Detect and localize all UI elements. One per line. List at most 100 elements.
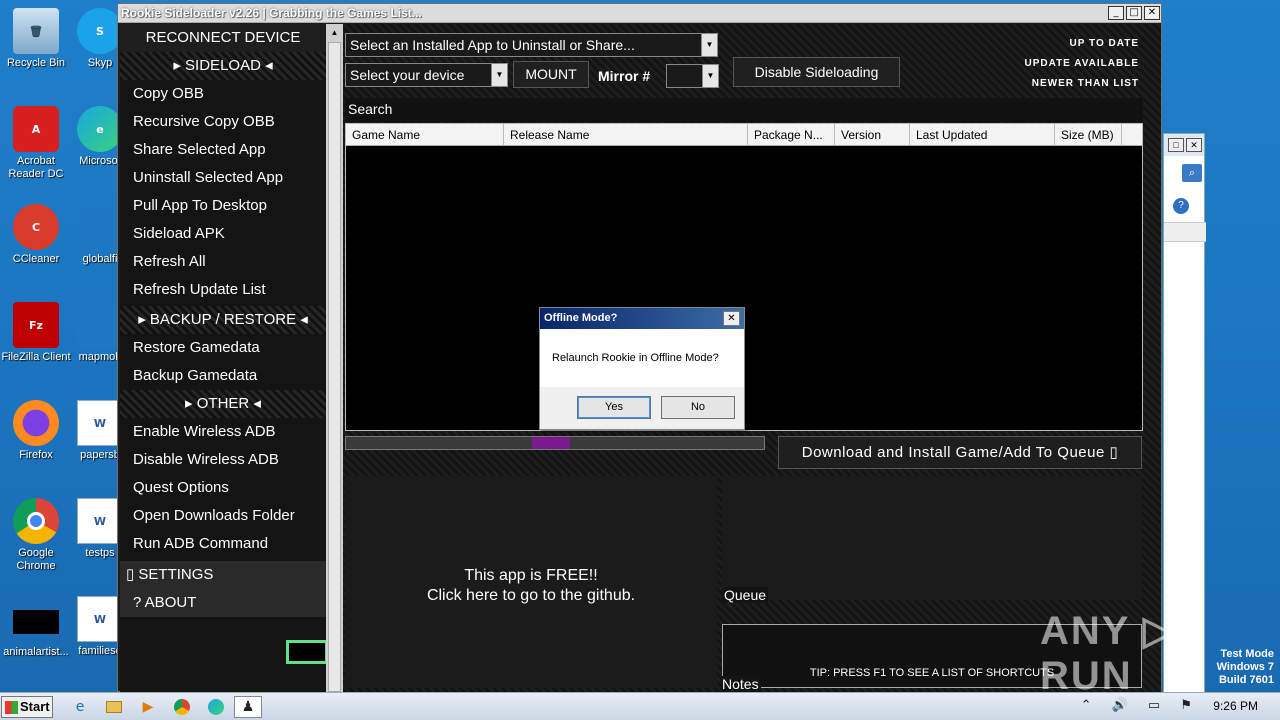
start-label: Start [20,699,50,714]
media-player-icon[interactable]: ▶ [134,696,162,718]
mirror-label: Mirror # [598,68,651,84]
chevron-down-icon[interactable]: ▼ [701,34,717,56]
backup-restore-section-header[interactable]: ▸ BACKUP / RESTORE ◂ [120,306,326,334]
taskbar: Start e ▶ ♟ ⌃ 🔊 ▭ ⚑ 9:26 PM [0,692,1280,720]
mirror-select[interactable]: ▼ [666,64,719,88]
column-size[interactable]: Size (MB) [1055,124,1122,146]
download-install-button[interactable]: Download and Install Game/Add To Queue ▯ [778,436,1142,469]
download-progress-fill [532,437,570,449]
queue-list[interactable] [722,476,1142,600]
open-downloads-folder-button[interactable]: Open Downloads Folder [120,502,326,530]
about-button[interactable]: ? ABOUT [120,589,326,617]
yes-button[interactable]: Yes [577,396,651,419]
sideload-section-header[interactable]: ▸ SIDELOAD ◂ [120,52,326,80]
clock[interactable]: 9:26 PM [1213,699,1258,713]
search-icon[interactable]: ⌕ [1182,164,1202,182]
recursive-copy-obb-button[interactable]: Recursive Copy OBB [120,108,326,136]
black-image-icon [13,610,59,634]
free-app-text: This app is FREE!! [464,567,598,584]
chevron-down-icon[interactable]: ▼ [491,64,507,86]
close-icon[interactable]: ✕ [1186,138,1202,152]
refresh-update-list-button[interactable]: Refresh Update List [120,276,326,304]
sidebar-scrollbar[interactable]: ▲ [326,24,343,692]
windows-flag-icon [5,701,18,714]
file-explorer-icon[interactable] [100,696,128,718]
settings-button[interactable]: ▯ SETTINGS [120,561,326,589]
mount-button[interactable]: MOUNT [513,61,589,88]
chevron-down-icon[interactable]: ▼ [702,65,718,87]
minimize-icon[interactable]: _ [1108,6,1124,20]
enable-wireless-adb-button[interactable]: Enable Wireless ADB [120,418,326,446]
filezilla-icon: Fz [13,302,59,348]
chrome-icon[interactable] [168,696,196,718]
restore-gamedata-button[interactable]: Restore Gamedata [120,334,326,362]
installed-app-select[interactable]: Select an Installed App to Uninstall or … [345,33,718,57]
column-game-name[interactable]: Game Name [346,124,504,146]
disable-sideloading-button[interactable]: Disable Sideloading [733,57,900,87]
offline-mode-dialog: Offline Mode? ✕ Relaunch Rookie in Offli… [539,307,745,430]
device-select-text: Select your device [350,67,465,83]
column-package-name[interactable]: Package N... [748,124,835,146]
recycle-bin-icon: 🗑 [13,8,59,54]
close-icon[interactable]: ✕ [1144,6,1160,20]
download-progress-bar [345,436,765,450]
system-tray-icons[interactable]: ⌃ 🔊 ▭ ⚑ [1081,698,1200,713]
refresh-all-button[interactable]: Refresh All [120,248,326,276]
legend-newer-than-list: NEWER THAN LIST [1031,78,1139,89]
quest-options-button[interactable]: Quest Options [120,474,326,502]
firefox-icon [13,400,59,446]
reconnect-device-button[interactable]: RECONNECT DEVICE [120,24,326,52]
search-input[interactable]: Search [345,98,1143,122]
sideload-apk-button[interactable]: Sideload APK [120,220,326,248]
sidebar: RECONNECT DEVICE ▸ SIDELOAD ◂ Copy OBB R… [120,24,328,692]
no-button[interactable]: No [661,396,735,419]
desktop-icon-animalartist[interactable]: animalartist... [0,610,72,659]
start-button[interactable]: Start [1,696,53,718]
close-icon[interactable]: ✕ [723,311,740,326]
pull-app-to-desktop-button[interactable]: Pull App To Desktop [120,192,326,220]
test-mode-text: Test Mode [1220,648,1274,660]
chrome-icon [13,498,59,544]
run-adb-command-button[interactable]: Run ADB Command [120,530,326,558]
os-test-mode-badge: Test Mode Windows 7 Build 7601 [1217,648,1274,687]
desktop-icon-filezilla[interactable]: Fz FileZilla Client [0,302,72,364]
build-text: Build 7601 [1218,674,1274,686]
column-last-updated[interactable]: Last Updated [910,124,1055,146]
disable-wireless-adb-button[interactable]: Disable Wireless ADB [120,446,326,474]
copy-obb-button[interactable]: Copy OBB [120,80,326,108]
github-link-text[interactable]: Click here to go to the github. [345,586,717,606]
desktop-icon-recycle-bin[interactable]: 🗑 Recycle Bin [0,8,72,70]
column-release-name[interactable]: Release Name [504,124,748,146]
desktop-icon-ccleaner[interactable]: C CCleaner [0,204,72,266]
rookie-taskbar-icon[interactable]: ♟ [234,696,262,718]
ccleaner-icon: C [13,204,59,250]
device-select[interactable]: Select your device ▼ [345,63,508,87]
notes-label: Notes [720,676,761,692]
desktop-icon-acrobat[interactable]: A Acrobat Reader DC [0,106,72,181]
dialog-title: Offline Mode? [540,308,744,329]
main-panel: Select an Installed App to Uninstall or … [343,24,1161,692]
column-version[interactable]: Version [835,124,910,146]
help-icon[interactable]: ? [1173,198,1189,214]
dialog-message: Relaunch Rookie in Offline Mode? [540,329,744,387]
github-link-pane[interactable]: This app is FREE!! Click here to go to t… [345,476,717,688]
games-table-header: Game Name Release Name Package N... Vers… [346,124,1142,146]
legend-update-available: UPDATE AVAILABLE [1024,58,1139,69]
share-selected-app-button[interactable]: Share Selected App [120,136,326,164]
windows-version-text: Windows 7 [1216,661,1274,673]
maximize-icon[interactable]: □ [1126,6,1142,20]
window-title: Rookie Sideloader v2.26 | Grabbing the G… [121,6,422,20]
scrollbar-thumb[interactable] [328,42,341,692]
internet-explorer-icon[interactable]: e [66,696,94,718]
window-titlebar[interactable]: Rookie Sideloader v2.26 | Grabbing the G… [118,4,1161,23]
uninstall-selected-app-button[interactable]: Uninstall Selected App [120,164,326,192]
desktop-icon-firefox[interactable]: Firefox [0,400,72,462]
desktop-icon-chrome[interactable]: Google Chrome [0,498,72,573]
other-section-header[interactable]: ▸ OTHER ◂ [120,390,326,418]
scroll-up-icon[interactable]: ▲ [328,26,341,40]
background-window-titlebar: □ ✕ [1164,134,1204,156]
queue-label: Queue [722,587,769,603]
backup-gamedata-button[interactable]: Backup Gamedata [120,362,326,390]
maximize-icon[interactable]: □ [1168,138,1184,152]
edge-icon[interactable] [202,696,230,718]
